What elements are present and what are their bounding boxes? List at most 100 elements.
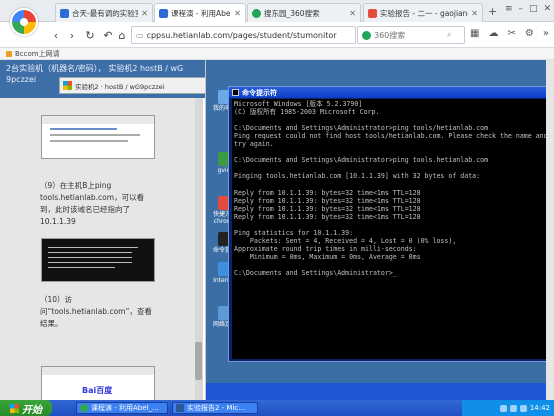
remote-taskbar <box>206 383 554 400</box>
tab-hetian[interactable]: 合天-最有调的实验室 ✕ <box>55 3 153 22</box>
windows-flag-icon <box>63 81 72 90</box>
console-line: Ping statistics for 10.1.1.39: <box>234 228 354 237</box>
more-icon[interactable]: » <box>543 28 549 39</box>
cmd-icon <box>232 89 239 96</box>
console-line: Packets: Sent = 4, Received = 4, Lost = … <box>234 236 457 245</box>
search-input[interactable] <box>374 30 444 40</box>
start-label: 开始 <box>22 404 42 416</box>
console-line: Ping request could not find host tools/h… <box>234 132 548 141</box>
tab-label: 搜东园_360搜索 <box>264 8 320 18</box>
page-icon: ▭ <box>136 30 144 40</box>
close-icon[interactable]: ✕ <box>141 9 148 18</box>
refresh-icon[interactable]: ↻ <box>82 27 98 43</box>
maximize-button[interactable]: □ <box>529 4 538 14</box>
tab-search[interactable]: 搜东园_360搜索 ✕ <box>247 3 361 22</box>
command-prompt-window[interactable]: 命令提示符 Microsoft Windows [版本 5.2.3790] (C)… <box>228 86 554 362</box>
tab-label: 实验报告 - 二一 - gaojiangq <box>380 8 469 18</box>
windows-flag-icon <box>10 403 19 413</box>
start-button[interactable]: 开始 <box>0 400 52 416</box>
console-line: C:\Documents and Settings\Administrator>… <box>234 156 489 165</box>
bookmark-item[interactable]: Bccom上网请 <box>15 49 60 59</box>
volume-icon[interactable] <box>519 404 527 412</box>
browser-icon <box>80 404 88 412</box>
browser-logo <box>10 8 38 36</box>
bookmarks-bar: Bccom上网请 <box>0 48 554 60</box>
window-controls: ≡ – □ ✕ <box>505 4 551 14</box>
navigation-bar: ‹ › ↻ ↶ ⌂ ▭ cppsu.hetianlab.com/pages/st… <box>0 22 554 48</box>
remote-session-bar[interactable]: 实验机2 · hostB / wG9pczzei <box>59 77 205 94</box>
network-icon[interactable] <box>509 404 517 412</box>
document-icon <box>368 8 377 18</box>
console-line: Reply from 10.1.1.39: bytes=32 time<1ms … <box>234 196 421 205</box>
console-line: (C) 版权所有 1985-2003 Microsoft Corp. <box>234 108 380 117</box>
search-engine-icon <box>362 30 371 40</box>
home-icon[interactable]: ⌂ <box>114 27 130 43</box>
scissors-icon[interactable]: ✂ <box>507 28 515 39</box>
new-tab-button[interactable]: + <box>488 5 497 18</box>
instructions-pane: 2台实验机（机器名/密码）， 实验机2 hostB / wG 9pczzei 实… <box>0 60 206 400</box>
console-line: Reply from 10.1.1.39: bytes=32 time<1ms … <box>234 212 421 221</box>
page-scrollbar[interactable] <box>546 60 554 400</box>
instructions-body: （9）在主机B上ping tools.hetianlab.com，可以看到，此时… <box>0 98 200 400</box>
settings-icon[interactable]: ⚙ <box>525 28 534 39</box>
remote-session-label: 实验机2 · hostB / wG9pczzei <box>75 82 165 91</box>
shield-icon <box>159 8 168 18</box>
cmd-console-output[interactable]: Microsoft Windows [版本 5.2.3790] (C) 版权所有 … <box>232 99 551 359</box>
url-text: cppsu.hetianlab.com/pages/student/stumon… <box>146 30 337 40</box>
taskbar-item-label: 课程演 - 利用Abel_... <box>91 404 159 412</box>
step-9-text: （9）在主机B上ping tools.hetianlab.com，可以看到，此时… <box>40 181 145 226</box>
back-icon[interactable]: ‹ <box>48 27 64 43</box>
search-icon[interactable]: ⌕ <box>447 30 451 40</box>
taskbar-item-browser[interactable]: 课程演 - 利用Abel_... <box>76 402 168 414</box>
baidu-thumbnail: Bai百度 <box>41 366 155 400</box>
search-engine-icon <box>252 8 261 18</box>
console-line: C:\Documents and Settings\Administrator>… <box>234 124 489 133</box>
taskbar-item-label: 实验报告2 - Mic... <box>187 404 245 412</box>
bookmark-icon <box>6 50 12 57</box>
shield-icon <box>60 8 69 18</box>
word-icon <box>176 404 184 412</box>
cmd-title: 命令提示符 <box>242 88 277 97</box>
tab-report[interactable]: 实验报告 - 二一 - gaojiangq ✕ <box>363 3 483 22</box>
menu-icon[interactable]: ≡ <box>505 4 513 14</box>
minimize-button[interactable]: – <box>519 4 524 14</box>
grid-icon[interactable]: ▦ <box>470 28 479 39</box>
close-icon[interactable]: ✕ <box>349 9 356 18</box>
console-line: Minimum = 0ms, Maximum = 0ms, Average = … <box>234 252 421 261</box>
close-icon[interactable]: ✕ <box>471 9 478 18</box>
system-tray: 14:42 <box>462 400 554 416</box>
baidu-logo: Bai百度 <box>82 386 113 395</box>
toolbar-icons: ▦ ☁ ✂ ⚙ » <box>470 28 549 39</box>
console-thumbnail <box>41 238 155 282</box>
console-line: Reply from 10.1.1.39: bytes=32 time<1ms … <box>234 204 421 213</box>
tab-label: 课程演 - 利用Abel_CaixB <box>171 8 232 18</box>
tab-strip: 合天-最有调的实验室 ✕ 课程演 - 利用Abel_CaixB ✕ 搜东园_36… <box>0 0 554 22</box>
search-box[interactable]: ⌕ <box>357 26 465 44</box>
step-10-text: （10）访问“tools.hetianlab.com”，查看结果。 <box>40 295 152 328</box>
clock: 14:42 <box>529 404 550 412</box>
console-line: Pinging tools.hetianlab.com [10.1.1.39] … <box>234 172 481 181</box>
close-window-button[interactable]: ✕ <box>544 4 552 14</box>
taskbar-item-report[interactable]: 实验报告2 - Mic... <box>172 402 258 414</box>
console-line: Microsoft Windows [版本 5.2.3790] <box>234 100 363 108</box>
close-icon[interactable]: ✕ <box>234 9 241 18</box>
address-bar[interactable]: ▭ cppsu.hetianlab.com/pages/student/stum… <box>131 26 356 44</box>
cmd-titlebar[interactable]: 命令提示符 <box>229 87 553 98</box>
console-line: try again. <box>234 140 274 149</box>
lab-machine-info: 2台实验机（机器名/密码）， 实验机2 hostB / wG <box>6 64 184 73</box>
input-method-icon[interactable] <box>499 404 507 412</box>
console-line: Reply from 10.1.1.39: bytes=32 time<1ms … <box>234 188 421 197</box>
cloud-icon[interactable]: ☁ <box>488 28 498 39</box>
console-line: C:\Documents and Settings\Administrator>… <box>234 268 397 277</box>
forward-icon[interactable]: › <box>64 27 80 43</box>
console-line: Approximate round trip times in milli-se… <box>234 244 417 253</box>
tab-course[interactable]: 课程演 - 利用Abel_CaixB ✕ <box>154 3 246 22</box>
left-scrollbar-thumb[interactable] <box>195 342 202 380</box>
tab-label: 合天-最有调的实验室 <box>72 8 139 18</box>
